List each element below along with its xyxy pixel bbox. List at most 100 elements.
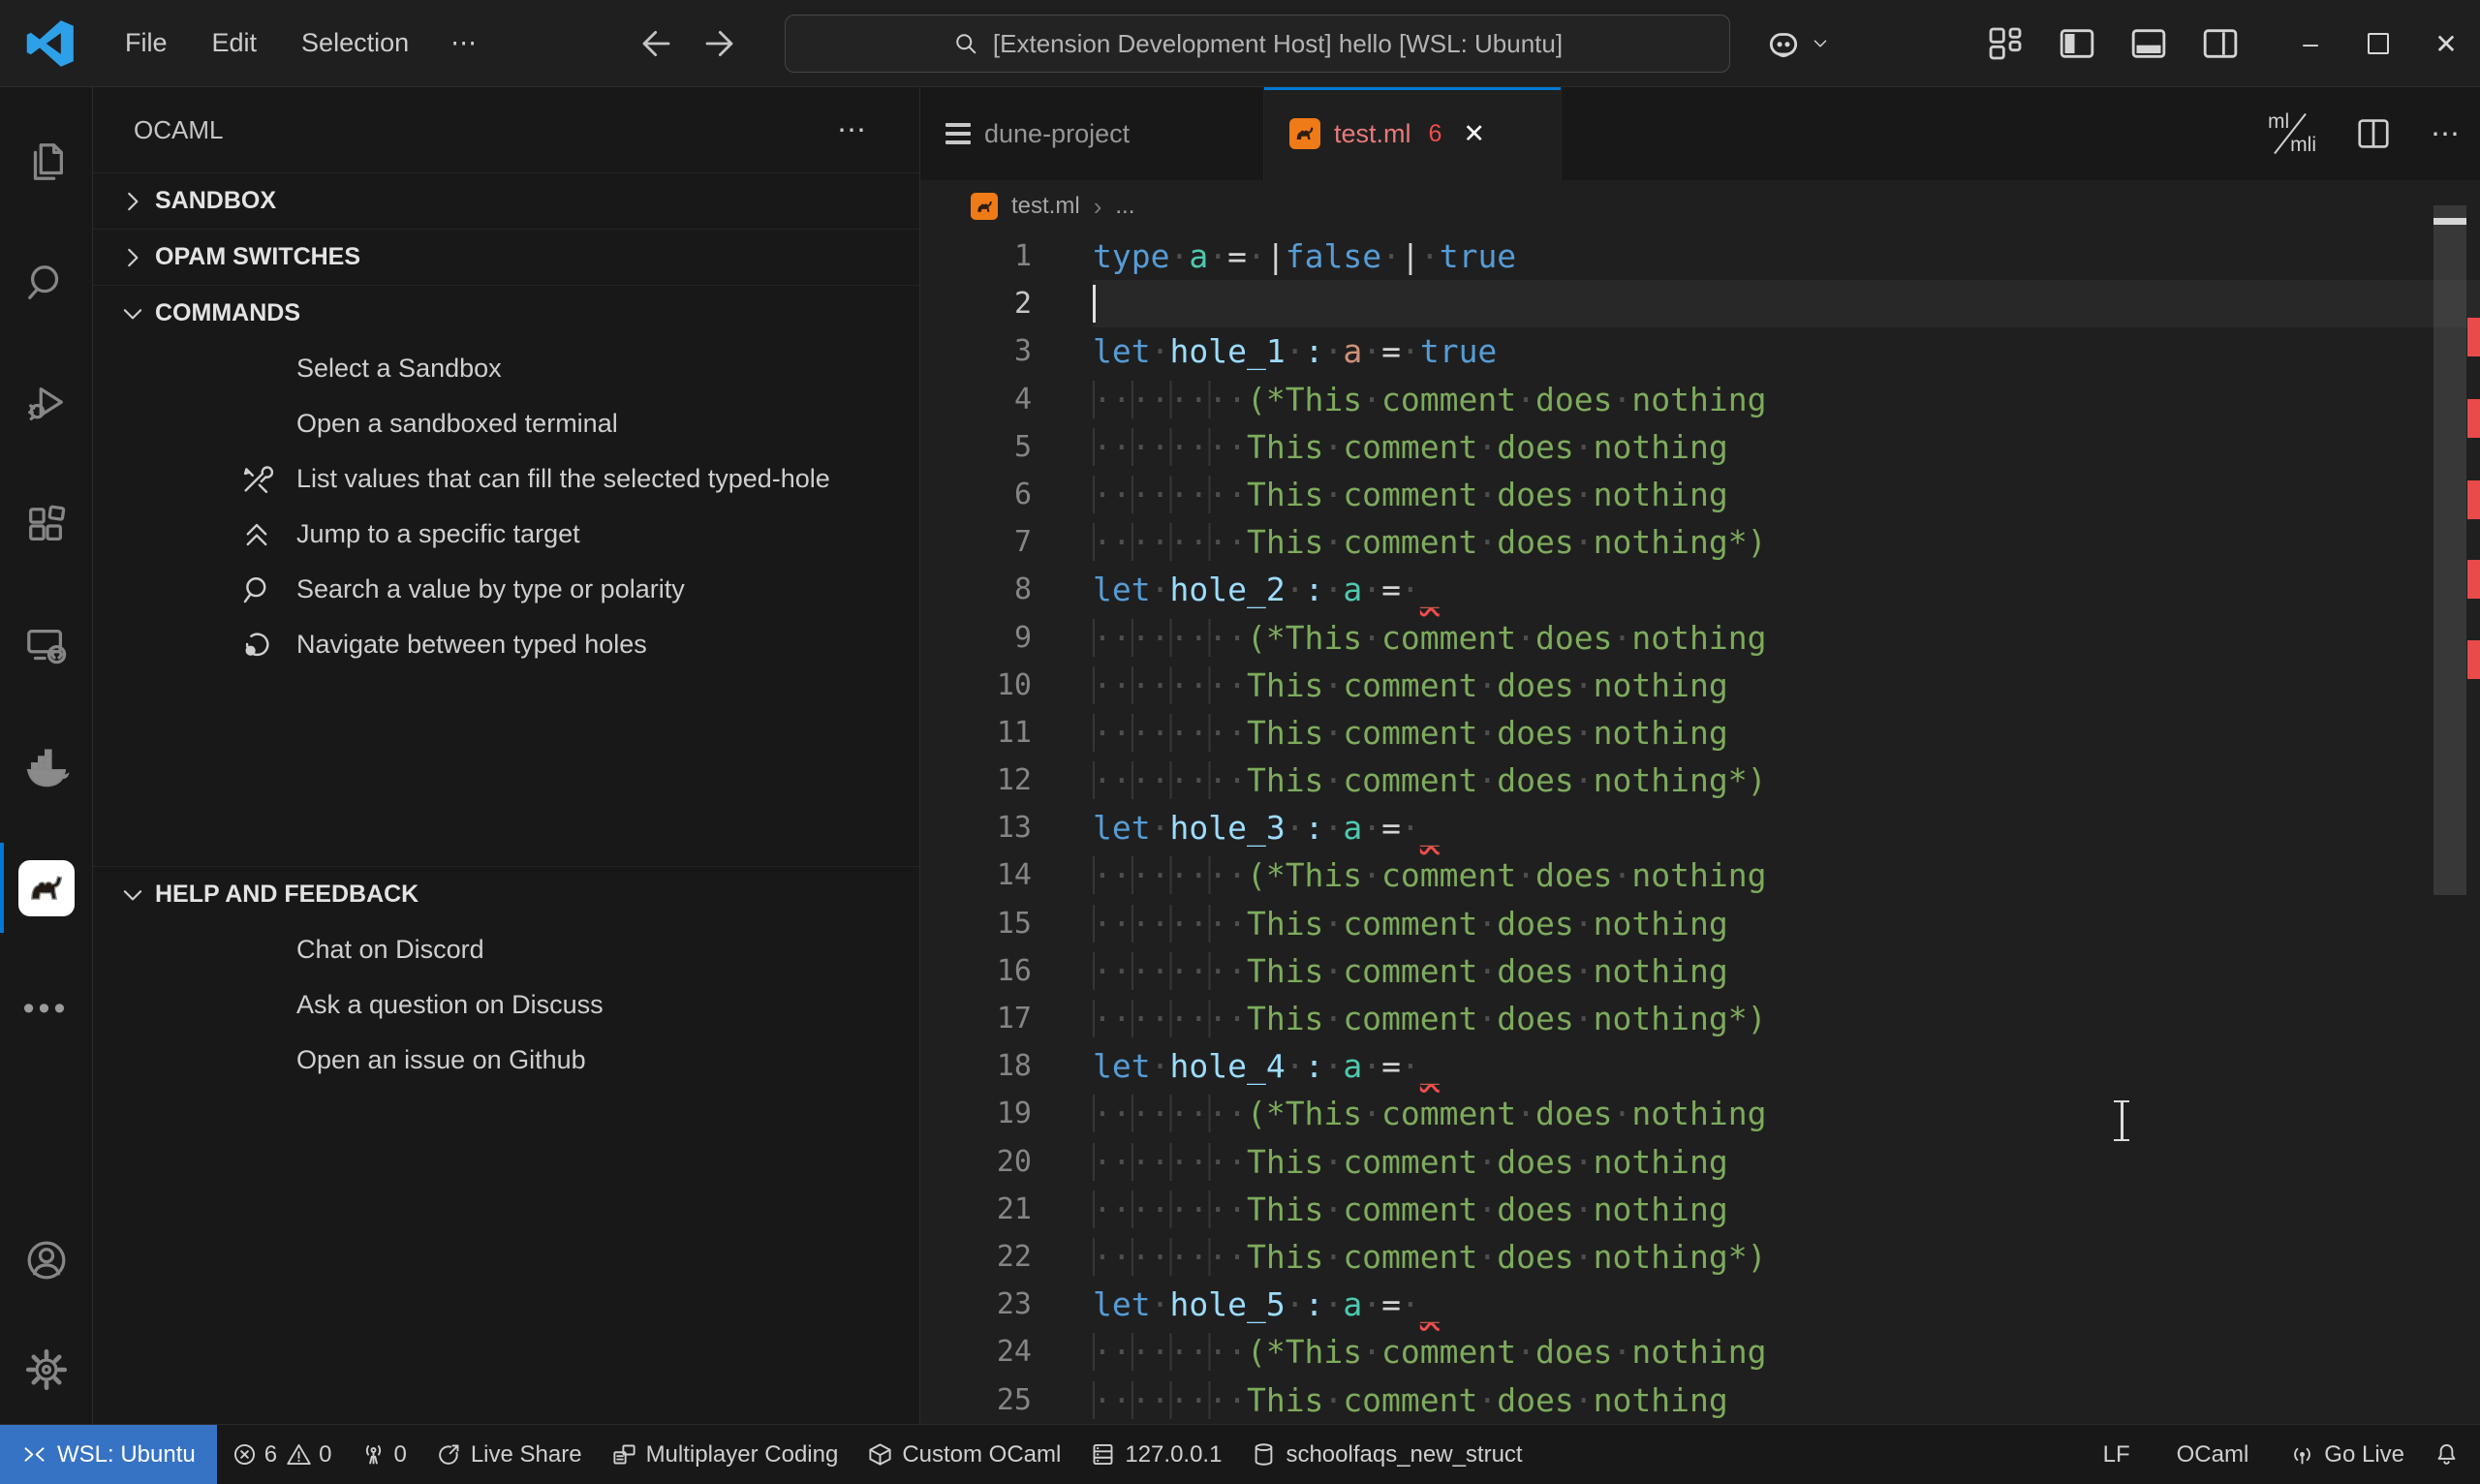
code-area[interactable]: 1type·a·=·|false·|·true23let·hole_1·:·a·…	[920, 232, 2480, 1424]
switch-ml-mli-button[interactable]: ml mli	[2266, 110, 2316, 157]
ports-indicator[interactable]: 0	[346, 1425, 420, 1484]
host-indicator[interactable]: 127.0.0.1	[1075, 1425, 1236, 1484]
custom-ocaml-button[interactable]: Custom OCaml	[852, 1425, 1075, 1484]
code-token-hole: _	[1420, 1285, 1440, 1323]
code-line[interactable]: 15········This·comment·does·nothing	[920, 900, 2480, 947]
menu-edit[interactable]: Edit	[190, 28, 280, 58]
code-line[interactable]: 7········This·comment·does·nothing*)	[920, 518, 2480, 566]
tab-test-ml[interactable]: test.ml 6 ✕	[1264, 87, 1562, 180]
navigate-back-icon[interactable]	[635, 24, 673, 63]
menu-selection[interactable]: Selection	[279, 28, 431, 58]
section-help-feedback[interactable]: HELP AND FEEDBACK	[93, 866, 919, 922]
toggle-panel-icon[interactable]	[2129, 24, 2168, 63]
close-button[interactable]: ✕	[2412, 0, 2480, 87]
section-opam-switches[interactable]: OPAM SWITCHES	[93, 229, 919, 285]
help-open-issue-github[interactable]: Open an issue on Github	[93, 1033, 919, 1088]
code-line[interactable]: 5········This·comment·does·nothing	[920, 423, 2480, 471]
code-line[interactable]: 16········This·comment·does·nothing	[920, 947, 2480, 995]
code-token-cm: comment	[1343, 476, 1477, 513]
section-commands[interactable]: COMMANDS	[93, 285, 919, 341]
code-token-colon: :	[1305, 1047, 1324, 1085]
command-label: Select a Sandbox	[296, 354, 502, 384]
code-text: ········This·comment·does·nothing	[1093, 471, 2480, 518]
minimize-button[interactable]: –	[2277, 0, 2344, 87]
code-line[interactable]: 17········This·comment·does·nothing*)	[920, 995, 2480, 1042]
close-tab-icon[interactable]: ✕	[1463, 119, 1485, 149]
go-live-button[interactable]: Go Live	[2275, 1425, 2419, 1484]
code-line[interactable]: 18let·hole_4·:·a·=·_	[920, 1042, 2480, 1090]
sidebar-more-actions-icon[interactable]: ⋯	[837, 113, 869, 147]
activity-run-debug[interactable]	[0, 343, 92, 464]
code-token-ws: ·	[1323, 714, 1343, 752]
toggle-sidebar-icon[interactable]	[2058, 24, 2096, 63]
maximize-button[interactable]	[2344, 0, 2412, 87]
activity-more[interactable]: •••	[0, 948, 92, 1069]
activity-extensions[interactable]	[0, 464, 92, 585]
language-indicator[interactable]: OCaml	[2162, 1425, 2264, 1484]
code-line[interactable]: 22········This·comment·does·nothing*)	[920, 1233, 2480, 1281]
code-token-op: =	[1381, 809, 1401, 847]
split-editor-icon[interactable]	[2355, 115, 2392, 152]
menu-overflow-icon[interactable]: ⋯	[431, 28, 498, 58]
code-line[interactable]: 23let·hole_5·:·a·=·_	[920, 1281, 2480, 1328]
editor-scrollbar[interactable]	[2434, 205, 2466, 895]
section-sandbox[interactable]: SANDBOX	[93, 172, 919, 229]
copilot-menu[interactable]	[1765, 0, 1831, 87]
breadcrumb-separator-icon: ›	[1094, 192, 1102, 222]
command-center-search[interactable]: [Extension Development Host] hello [WSL:…	[785, 15, 1730, 73]
customize-layout-icon[interactable]	[1986, 24, 2025, 63]
warning-icon	[286, 1441, 312, 1468]
command-search-value[interactable]: Search a value by type or polarity	[93, 562, 919, 617]
code-token-cm: (*This	[1247, 856, 1362, 894]
tab-dune-project[interactable]: dune-project	[920, 87, 1264, 180]
activity-remote-explorer[interactable]	[0, 585, 92, 706]
code-line[interactable]: 19········(*This·comment·does·nothing	[920, 1090, 2480, 1137]
code-line[interactable]: 25········This·comment·does·nothing	[920, 1376, 2480, 1424]
code-line[interactable]: 3let·hole_1·:·a·=·true	[920, 327, 2480, 375]
activity-docker[interactable]	[0, 706, 92, 827]
code-line[interactable]: 20········This·comment·does·nothing	[920, 1138, 2480, 1186]
activity-ocaml[interactable]	[0, 827, 92, 948]
activity-settings[interactable]	[0, 1314, 92, 1424]
code-line[interactable]: 12········This·comment·does·nothing*)	[920, 757, 2480, 804]
code-line[interactable]: 24········(*This·comment·does·nothing	[920, 1328, 2480, 1376]
command-select-sandbox[interactable]: Select a Sandbox	[93, 341, 919, 396]
activity-search[interactable]	[0, 222, 92, 343]
activity-explorer[interactable]	[0, 101, 92, 222]
help-chat-discord[interactable]: Chat on Discord	[93, 922, 919, 977]
help-ask-discuss[interactable]: Ask a question on Discuss	[93, 977, 919, 1033]
problems-indicator[interactable]: 6 0	[217, 1425, 347, 1484]
code-line[interactable]: 1type·a·=·|false·|·true	[920, 232, 2480, 280]
code-line[interactable]: 6········This·comment·does·nothing	[920, 471, 2480, 518]
menu-file[interactable]: File	[103, 28, 190, 58]
command-open-sandboxed-terminal[interactable]: Open a sandboxed terminal	[93, 396, 919, 451]
notifications-button[interactable]	[2419, 1425, 2474, 1484]
code-token-id: hole_4	[1169, 1047, 1285, 1085]
code-line[interactable]: 10········This·comment·does·nothing	[920, 662, 2480, 709]
breadcrumb[interactable]: test.ml › ...	[920, 180, 2480, 232]
database-indicator[interactable]: schoolfaqs_new_struct	[1236, 1425, 1536, 1484]
help-label: Ask a question on Discuss	[296, 990, 604, 1020]
editor-more-actions-icon[interactable]: ⋯	[2431, 117, 2463, 151]
code-line[interactable]: 13let·hole_3·:·a·=·_	[920, 804, 2480, 851]
multiplayer-coding-button[interactable]: Multiplayer Coding	[597, 1425, 853, 1484]
command-navigate-typed-holes[interactable]: Navigate between typed holes	[93, 617, 919, 672]
code-line[interactable]: 11········This·comment·does·nothing	[920, 709, 2480, 757]
activity-accounts[interactable]	[0, 1205, 92, 1314]
code-token-cm: comment	[1343, 761, 1477, 799]
command-list-typed-hole-values[interactable]: List values that can fill the selected t…	[93, 451, 919, 507]
command-jump-to-target[interactable]: Jump to a specific target	[93, 507, 919, 562]
code-line[interactable]: 21········This·comment·does·nothing	[920, 1186, 2480, 1233]
code-token-cm: does	[1497, 1000, 1573, 1037]
code-line[interactable]: 14········(*This·comment·does·nothing	[920, 851, 2480, 899]
remote-indicator[interactable]: WSL: Ubuntu	[0, 1425, 217, 1484]
code-line[interactable]: 9········(*This·comment·does·nothing	[920, 614, 2480, 662]
code-line[interactable]: 2	[920, 280, 2480, 327]
navigate-forward-icon[interactable]	[702, 24, 741, 63]
code-line[interactable]: 4········(*This·comment·does·nothing	[920, 376, 2480, 423]
live-share-button[interactable]: Live Share	[421, 1425, 597, 1484]
toggle-secondary-sidebar-icon[interactable]	[2201, 24, 2240, 63]
code-token-ws: ·	[1574, 761, 1594, 799]
code-line[interactable]: 8let·hole_2·:·a·=·_	[920, 566, 2480, 613]
eol-indicator[interactable]: LF	[2089, 1425, 2145, 1484]
